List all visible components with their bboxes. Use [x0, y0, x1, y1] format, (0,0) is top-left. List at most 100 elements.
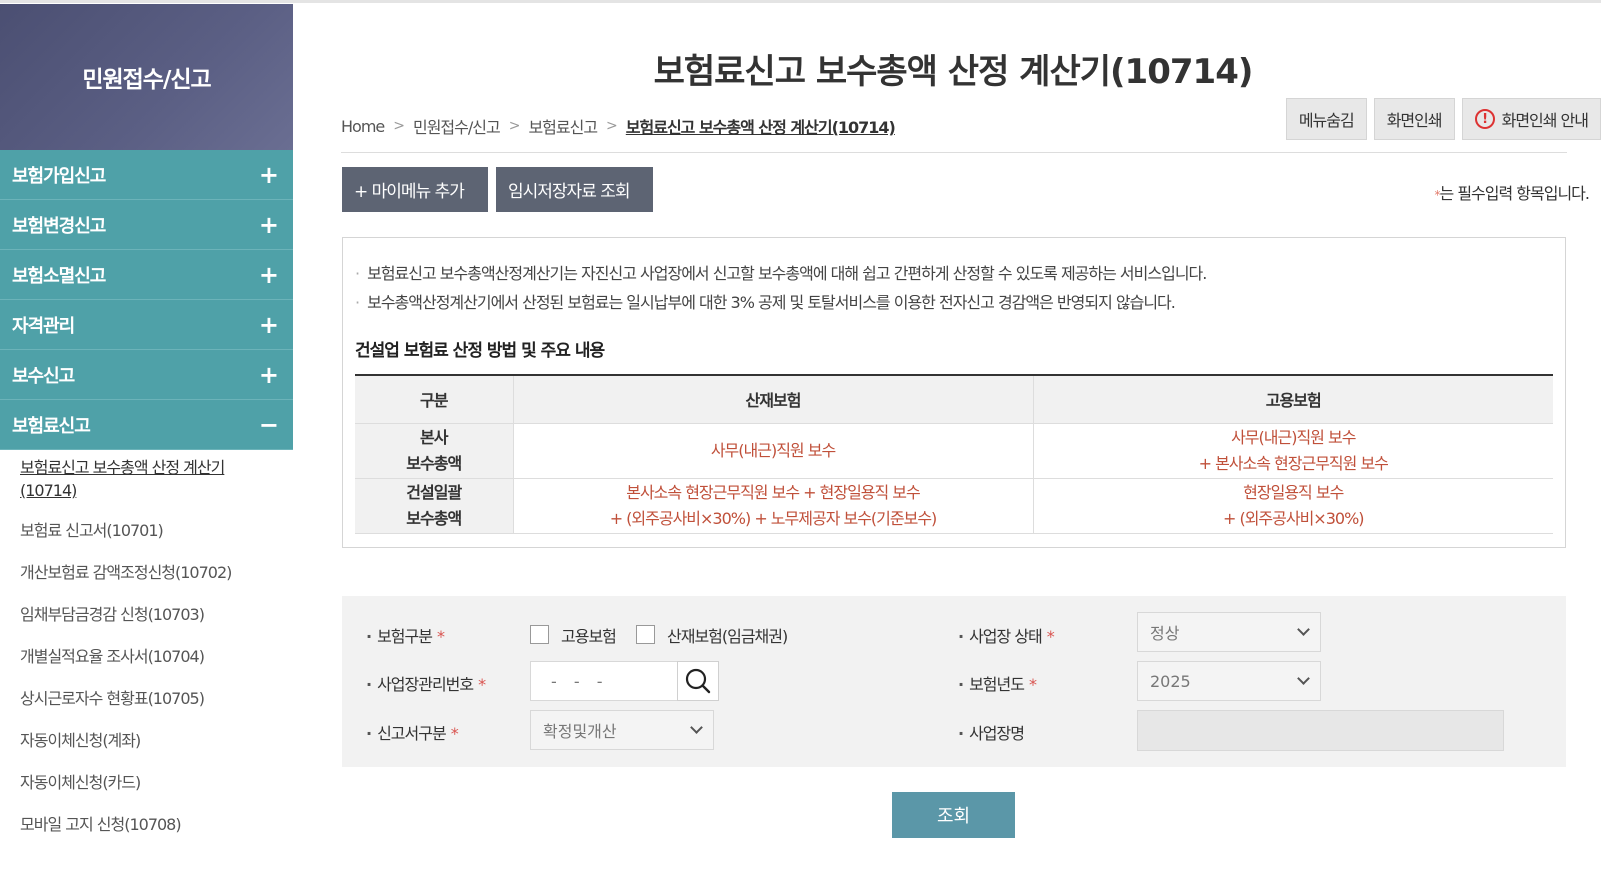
row-header-line: 보수총액	[406, 508, 462, 528]
biz-name-label: 사업장명	[958, 720, 1025, 744]
select-value: 정상	[1150, 624, 1180, 643]
alert-icon: !	[1474, 109, 1495, 129]
report-type-label: 신고서구분*	[366, 720, 459, 744]
chevron-down-icon	[690, 721, 703, 734]
sidebar-item-wage-report[interactable]: 보수신고 +	[0, 350, 293, 400]
required-star: *	[1046, 627, 1055, 646]
employment-insurance-checkbox[interactable]	[530, 625, 549, 644]
required-star: *	[450, 724, 459, 743]
select-value: 확정및개산	[543, 722, 617, 741]
table-header: 고용보험	[1032, 374, 1553, 424]
sidebar-item-label: 자격관리	[12, 315, 75, 337]
submenu-item-calculator[interactable]: 보험료신고 보수총액 산정 계산기 (10714)	[0, 456, 293, 502]
info-box: 보험료신고 보수총액산정계산기는 자진신고 사업장에서 신고할 보수총액에 대해…	[342, 237, 1566, 548]
plus-icon: +	[258, 260, 279, 289]
breadcrumb: Home > 민원접수/신고 > 보험료신고 > 보험료신고 보수총액 산정 계…	[341, 114, 896, 138]
table-header: 구분	[355, 374, 514, 424]
search-button[interactable]: 조회	[892, 792, 1015, 838]
submenu-item-report-form[interactable]: 보험료 신고서(10701)	[0, 519, 293, 542]
info-table: 구분 산재보험 고용보험 본사보수총액 사무(내근)직원 보수 사무(내근)직원…	[355, 374, 1553, 534]
table-row: 건설일괄보수총액 본사소속 현장근무직원 보수 + 현장일용직 보수 + (외주공…	[355, 477, 1553, 534]
table-cell: 사무(내근)직원 보수	[512, 422, 1034, 479]
required-star: *	[436, 627, 445, 646]
chevron-down-icon	[1297, 672, 1310, 685]
sidebar-item-premium-report[interactable]: 보험료신고 −	[0, 400, 293, 450]
biz-no-label: 사업장관리번호*	[366, 671, 486, 695]
plus-icon: +	[258, 160, 279, 189]
breadcrumb-current: 보험료신고 보수총액 산정 계산기(10714)	[625, 118, 896, 137]
sidebar: 민원접수/신고 보험가입신고 + 보험변경신고 + 보험소멸신고 + 자격관리 + 보수…	[0, 4, 293, 869]
sidebar-item-terminate[interactable]: 보험소멸신고 +	[0, 250, 293, 300]
table-header-row: 구분 산재보험 고용보험	[355, 374, 1553, 424]
biz-no-search-button[interactable]	[677, 661, 719, 701]
sidebar-title: 민원접수/신고	[82, 67, 211, 93]
sidebar-item-label: 보험변경신고	[12, 215, 106, 237]
cell-line: 사무(내근)직원 보수	[1231, 427, 1356, 447]
biz-status-select[interactable]: 정상	[1137, 612, 1321, 652]
cell-line: 사무(내근)직원 보수	[710, 440, 836, 460]
submenu-item-reduction[interactable]: 개산보험료 감액조정신청(10702)	[0, 561, 293, 584]
year-select[interactable]: 2025	[1137, 661, 1321, 701]
biz-no-input[interactable]: - - -	[530, 661, 678, 701]
submenu-item-rate-survey[interactable]: 개별실적요율 조사서(10704)	[0, 645, 293, 668]
required-star: *	[1028, 675, 1037, 694]
submenu-item-autopay-card[interactable]: 자동이체신청(카드)	[0, 771, 293, 794]
label-text: 보험구분	[377, 627, 433, 646]
cell-line: 현장일용직 보수	[1243, 482, 1344, 502]
temp-saved-button[interactable]: 임시저장자료 조회	[496, 167, 653, 212]
label-text: 사업장 상태	[969, 627, 1043, 646]
label-text: 사업장명	[969, 724, 1025, 743]
cell-line: + (외주공사비×30%) + 노무제공자 보수(기준보수)	[609, 508, 938, 528]
submenu-item-worker-status[interactable]: 상시근로자수 현황표(10705)	[0, 687, 293, 710]
top-buttons: 메뉴숨김 화면인쇄 ! 화면인쇄 안내	[1285, 98, 1601, 140]
label-text: 신고서구분	[377, 724, 447, 743]
table-cell: 사무(내근)직원 보수 + 본사소속 현장근무직원 보수	[1032, 422, 1553, 479]
plus-icon: +	[258, 360, 279, 389]
cell-line: + 본사소속 현장근무직원 보수	[1198, 453, 1389, 473]
page-title: 보험료신고 보수총액 산정 계산기(10714)	[653, 52, 1254, 92]
chevron-right-icon: >	[393, 118, 405, 134]
sidebar-header: 민원접수/신고	[0, 4, 293, 150]
row-header-line: 본사	[420, 427, 448, 447]
industrial-insurance-label: 산재보험(임금채권)	[667, 627, 788, 646]
report-type-select[interactable]: 확정및개산	[530, 710, 714, 750]
cell-line: 본사소속 현장근무직원 보수 + 현장일용직 보수	[626, 482, 921, 502]
sidebar-item-qualification[interactable]: 자격관리 +	[0, 300, 293, 350]
plus-icon: +	[258, 210, 279, 239]
print-button[interactable]: 화면인쇄	[1373, 98, 1455, 140]
submenu-item-wage-claim[interactable]: 임채부담금경감 신청(10703)	[0, 603, 293, 626]
industrial-insurance-checkbox[interactable]	[636, 625, 655, 644]
table-row: 본사보수총액 사무(내근)직원 보수 사무(내근)직원 보수 + 본사소속 현장근…	[355, 422, 1553, 479]
select-value: 2025	[1150, 671, 1191, 691]
breadcrumb-premium[interactable]: 보험료신고	[528, 114, 598, 138]
submenu-item-mobile-notice[interactable]: 모바일 고지 신청(10708)	[0, 813, 293, 836]
table-cell: 현장일용직 보수 + (외주공사비×30%)	[1032, 477, 1553, 534]
minus-icon: −	[258, 410, 279, 439]
sidebar-menu: 보험가입신고 + 보험변경신고 + 보험소멸신고 + 자격관리 + 보수신고 + 보험료신…	[0, 150, 293, 450]
insurance-type-label: 보험구분*	[366, 623, 445, 647]
breadcrumb-complaint[interactable]: 민원접수/신고	[413, 114, 501, 138]
breadcrumb-home[interactable]: Home	[341, 117, 385, 136]
sidebar-item-label: 보험료신고	[12, 415, 91, 437]
submenu-item-autopay-account[interactable]: 자동이체신청(계좌)	[0, 729, 293, 752]
add-mymenu-button[interactable]: + 마이메뉴 추가	[342, 167, 488, 212]
print-guide-button[interactable]: ! 화면인쇄 안내	[1461, 98, 1601, 140]
row-header-line: 건설일괄	[406, 482, 462, 502]
sidebar-item-change[interactable]: 보험변경신고 +	[0, 200, 293, 250]
required-note: *는 필수입력 항목입니다.	[1435, 180, 1590, 204]
table-header: 산재보험	[512, 374, 1034, 424]
row-header: 본사보수총액	[355, 422, 514, 479]
sidebar-item-join[interactable]: 보험가입신고 +	[0, 150, 293, 200]
info-bullet: 보수총액산정계산기에서 산정된 보험료는 일시납부에 대한 3% 공제 및 토탈…	[355, 289, 1176, 313]
hide-menu-button[interactable]: 메뉴숨김	[1285, 98, 1367, 140]
sidebar-item-label: 보험소멸신고	[12, 265, 106, 287]
row-header-line: 보수총액	[406, 453, 462, 473]
chevron-right-icon: >	[508, 118, 521, 134]
required-note-text: 는 필수입력 항목입니다.	[1439, 184, 1590, 203]
chevron-down-icon	[1297, 623, 1310, 636]
search-icon	[685, 668, 711, 694]
top-border	[0, 0, 1601, 3]
chevron-right-icon: >	[606, 118, 618, 134]
submenu-label: 보험료신고 보수총액 산정 계산기	[20, 458, 225, 477]
employment-insurance-label: 고용보험	[561, 627, 617, 646]
